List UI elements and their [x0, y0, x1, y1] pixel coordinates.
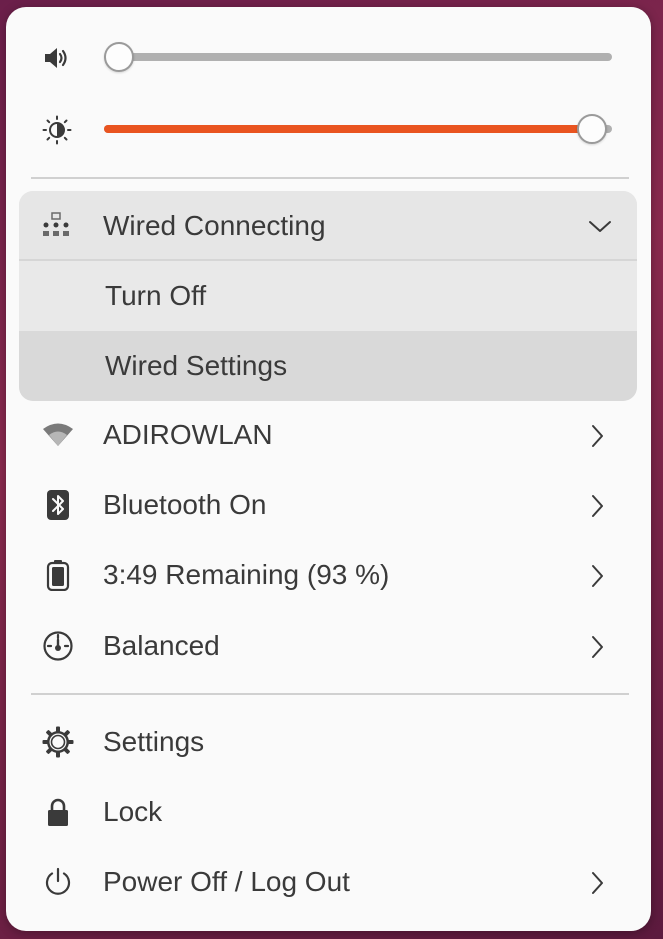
- separator: [31, 177, 629, 179]
- wired-toggle[interactable]: Wired Connecting: [19, 191, 637, 259]
- wired-settings-item[interactable]: Wired Settings: [19, 331, 637, 401]
- menu-item-power-mode[interactable]: Balanced: [6, 612, 651, 682]
- power-profile-icon: [42, 630, 74, 662]
- system-menu: Wired Connecting Turn Off Wired Settings…: [6, 7, 651, 931]
- wired-section: Wired Connecting Turn Off Wired Settings: [19, 191, 637, 401]
- wired-settings-label: Wired Settings: [105, 350, 288, 381]
- speaker-icon: [42, 43, 72, 73]
- gear-icon: [42, 726, 74, 758]
- chevron-right-icon: [588, 563, 608, 589]
- separator: [31, 693, 629, 695]
- chevron-down-icon: [587, 218, 613, 234]
- power-off-label: Power Off / Log Out: [103, 866, 350, 897]
- menu-item-settings[interactable]: Settings: [6, 708, 651, 778]
- menu-item-bluetooth[interactable]: Bluetooth On: [6, 471, 651, 541]
- brightness-slider-fill: [104, 125, 592, 133]
- bluetooth-icon: [42, 489, 74, 521]
- lock-icon: [42, 796, 74, 828]
- volume-slider-handle[interactable]: [104, 42, 134, 72]
- brightness-slider[interactable]: [104, 114, 612, 144]
- chevron-right-icon: [588, 634, 608, 660]
- power-icon: [42, 866, 74, 898]
- volume-slider-row: [6, 32, 651, 82]
- turn-off-label: Turn Off: [105, 280, 207, 311]
- wired-label: Wired Connecting: [103, 210, 326, 241]
- brightness-slider-row: [6, 104, 651, 154]
- settings-label: Settings: [103, 726, 205, 757]
- lock-label: Lock: [103, 796, 163, 827]
- menu-item-battery[interactable]: 3:49 Remaining (93 %): [6, 541, 651, 611]
- brightness-slider-handle[interactable]: [577, 114, 607, 144]
- wifi-icon: [42, 419, 74, 451]
- wired-network-icon: [41, 211, 73, 241]
- menu-item-lock[interactable]: Lock: [6, 778, 651, 848]
- menu-item-wifi[interactable]: ADIROWLAN: [6, 401, 651, 471]
- chevron-right-icon: [588, 870, 608, 896]
- turn-off-item[interactable]: Turn Off: [19, 261, 637, 331]
- menu-item-power-off[interactable]: Power Off / Log Out: [6, 848, 651, 918]
- battery-label: 3:49 Remaining (93 %): [103, 559, 390, 590]
- bluetooth-label: Bluetooth On: [103, 489, 267, 520]
- power-mode-label: Balanced: [103, 630, 220, 661]
- chevron-right-icon: [588, 493, 608, 519]
- wifi-label: ADIROWLAN: [103, 419, 273, 450]
- chevron-right-icon: [588, 423, 608, 449]
- battery-icon: [42, 559, 74, 591]
- volume-slider[interactable]: [104, 42, 612, 72]
- brightness-icon: [42, 115, 72, 145]
